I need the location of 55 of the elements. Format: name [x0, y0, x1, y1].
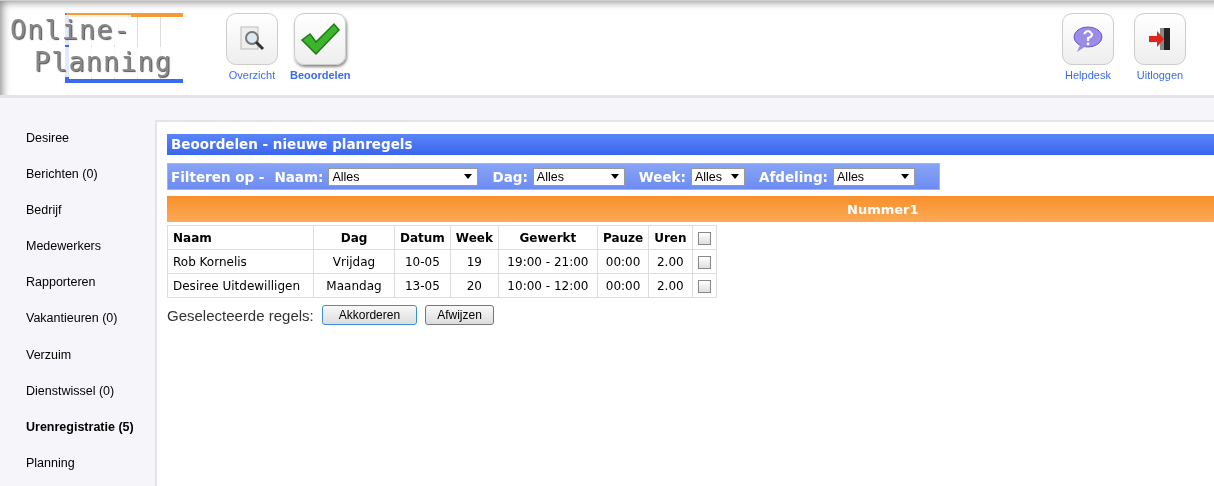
table-cell: 2.00	[648, 273, 692, 298]
caret-icon	[901, 174, 909, 179]
table-cell: Maandag	[313, 273, 395, 298]
action-button[interactable]: Afwijzen	[425, 305, 494, 325]
column-header: Gewerkt	[498, 225, 598, 250]
column-header: Datum	[394, 225, 451, 250]
sidebar-item[interactable]: Medewerkers	[0, 233, 155, 270]
column-header: Pauze	[597, 225, 649, 250]
filter-label: Dag:	[492, 168, 528, 185]
sidebar-item[interactable]: Urenregistratie (5)	[0, 413, 155, 450]
dropdown[interactable]: Alles	[833, 167, 915, 186]
group-header: Nummer1	[167, 196, 1214, 222]
caret-icon	[610, 174, 619, 179]
column-header: Week	[450, 225, 499, 250]
section-title: Beoordelen - nieuwe planregels	[167, 134, 1214, 155]
table-cell: 20	[450, 273, 499, 298]
sidebar-item[interactable]: Dienstwissel (0)	[0, 377, 155, 414]
checkbox[interactable]	[697, 231, 711, 245]
table-cell: 00:00	[597, 249, 649, 274]
table-cell: 2.00	[648, 249, 692, 274]
sidebar-item[interactable]: Bedrijf	[0, 197, 155, 234]
table-cell: 10:00 - 12:00	[498, 273, 598, 298]
caret-icon	[464, 174, 473, 179]
caret-icon	[730, 174, 739, 179]
filter-label: Filteren op -	[171, 168, 265, 185]
table-cell: 19	[450, 249, 499, 274]
filter-label: Naam:	[274, 168, 324, 185]
filter-label: Week:	[638, 168, 686, 185]
table-cell: Rob Kornelis	[167, 249, 314, 274]
action-label: Geselecteerde regels:	[167, 306, 314, 324]
sidebar-item[interactable]: Planning	[0, 449, 155, 486]
checkbox[interactable]	[697, 279, 711, 293]
column-header: Uren	[648, 225, 692, 250]
sidebar-item[interactable]: Desiree	[0, 125, 155, 162]
help-icon	[1072, 25, 1104, 53]
table-cell: 00:00	[597, 273, 649, 298]
dropdown[interactable]: Alles	[532, 167, 625, 186]
action-button[interactable]: Akkorderen	[321, 305, 418, 325]
checkbox[interactable]	[697, 255, 711, 269]
column-header: Dag	[313, 225, 395, 250]
checkmark-icon	[300, 22, 341, 56]
table-cell: 10-05	[394, 249, 451, 274]
logout-icon	[1147, 26, 1173, 52]
sidebar-item[interactable]: Vakantieuren (0)	[0, 305, 155, 342]
dropdown[interactable]: Alles	[690, 167, 745, 186]
table-cell: 19:00 - 21:00	[498, 249, 598, 274]
column-header: Naam	[167, 225, 314, 250]
table-cell: Desiree Uitdewilligen	[167, 273, 314, 298]
table-cell: Vrijdag	[313, 249, 395, 274]
filter-label: Afdeling:	[758, 168, 828, 185]
sidebar-item[interactable]: Verzuim	[0, 341, 155, 378]
sidebar-item[interactable]: Berichten (0)	[0, 161, 155, 198]
table-cell: 13-05	[394, 273, 451, 298]
dropdown[interactable]: Alles	[328, 167, 479, 186]
sidebar-item[interactable]: Rapporteren	[0, 269, 155, 306]
